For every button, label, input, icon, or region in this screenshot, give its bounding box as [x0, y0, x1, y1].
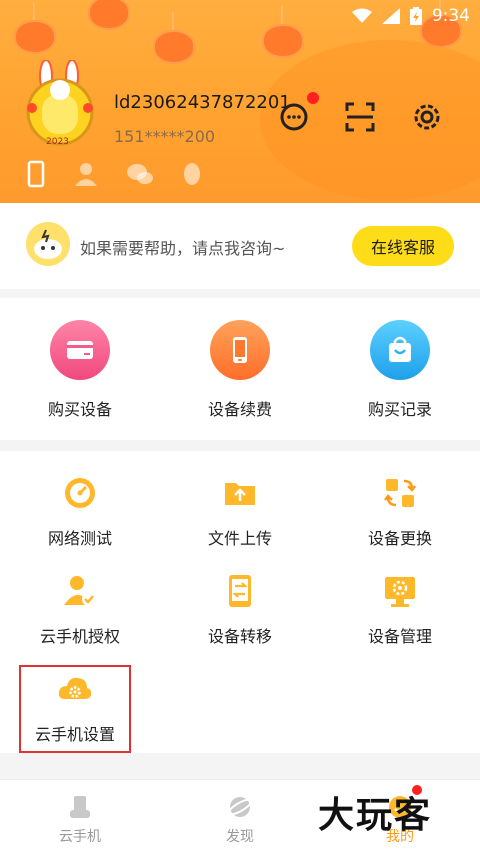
network-test-label: 网络测试	[47, 529, 112, 548]
online-service-button[interactable]: 在线客服	[352, 226, 454, 266]
card-icon	[50, 320, 110, 380]
purchase-section: 购买设备 设备续费 购买记录	[0, 298, 480, 440]
help-text: 如果需要帮助，请点我咨询~	[80, 239, 286, 258]
purchase-history-label: 购买记录	[367, 400, 432, 419]
user-bind-icon[interactable]	[74, 160, 102, 188]
device-replace-button[interactable]: 设备更换	[320, 475, 480, 549]
cloud-phone-icon	[70, 796, 90, 818]
scan-icon[interactable]	[343, 100, 377, 134]
buy-device-button[interactable]: 购买设备	[0, 320, 160, 420]
device-transfer-button[interactable]: 设备转移	[160, 573, 320, 647]
message-icon[interactable]	[278, 100, 312, 134]
device-replace-label: 设备更换	[367, 529, 432, 548]
username: ld23062437872201	[114, 92, 291, 113]
speedometer-icon	[62, 475, 98, 511]
network-test-button[interactable]: 网络测试	[0, 475, 160, 549]
transfer-icon	[222, 573, 258, 609]
lantern-decoration	[262, 6, 304, 58]
upload-folder-icon	[222, 475, 258, 511]
phone-bind-icon[interactable]	[22, 160, 50, 188]
signal-icon	[381, 8, 400, 24]
tab-discover[interactable]: 发现	[200, 794, 280, 846]
buy-device-label: 购买设备	[47, 400, 112, 419]
status-time: 9:34	[431, 6, 470, 26]
device-transfer-label: 设备转移	[207, 627, 272, 646]
wifi-icon	[351, 8, 372, 23]
account-binding-row	[22, 160, 206, 188]
device-manage-label: 设备管理	[367, 627, 432, 646]
phone-icon	[210, 320, 270, 380]
tab-cloud-phone-label: 云手机	[59, 829, 101, 845]
qq-bind-icon[interactable]	[178, 160, 206, 188]
device-renewal-label: 设备续费	[207, 400, 272, 419]
settings-gear-icon[interactable]	[410, 100, 444, 134]
watermark-logo: 大玩客	[318, 795, 433, 836]
planet-icon	[227, 797, 253, 817]
status-bar: 9:34	[351, 4, 470, 28]
device-manage-button[interactable]: 设备管理	[320, 573, 480, 647]
assistant-mascot-icon	[26, 222, 70, 266]
tab-cloud-phone[interactable]: 云手机	[40, 794, 120, 846]
monitor-gear-icon	[382, 573, 418, 609]
avatar[interactable]: 2023	[22, 60, 98, 148]
swap-icon	[382, 475, 418, 511]
lantern-decoration	[153, 12, 195, 64]
user-phone: 151*****200	[114, 127, 216, 146]
file-upload-button[interactable]: 文件上传	[160, 475, 320, 549]
purchase-history-button[interactable]: 购买记录	[320, 320, 480, 420]
message-badge	[307, 92, 319, 104]
wechat-bind-icon[interactable]	[126, 160, 154, 188]
avatar-year: 2023	[46, 137, 69, 147]
battery-icon	[409, 7, 422, 25]
cloud-phone-auth-label: 云手机授权	[39, 627, 120, 646]
user-check-icon	[62, 573, 98, 609]
highlight-box	[19, 665, 131, 753]
tab-discover-label: 发现	[226, 829, 254, 845]
lantern-decoration	[88, 0, 130, 30]
lantern-decoration	[14, 2, 56, 54]
file-upload-label: 文件上传	[207, 529, 272, 548]
cloud-phone-auth-button[interactable]: 云手机授权	[0, 573, 160, 647]
device-renewal-button[interactable]: 设备续费	[160, 320, 320, 420]
bag-icon	[370, 320, 430, 380]
